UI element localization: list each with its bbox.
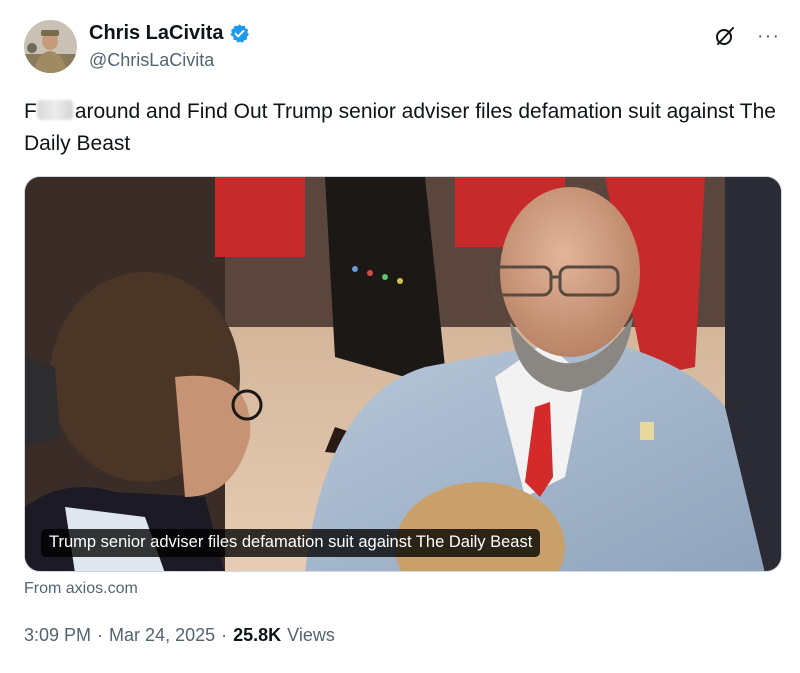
meta-separator: ·: [97, 625, 104, 645]
author-display-name[interactable]: Chris LaCivita: [89, 22, 223, 45]
tweet-text-body: around and Find Out Trump senior adviser…: [24, 100, 776, 155]
tweet-text-prefix: F: [24, 100, 37, 123]
tweet-text: Faround and Find Out Trump senior advise…: [24, 96, 776, 160]
verified-badge-icon: [229, 23, 250, 44]
meta-separator: ·: [221, 625, 228, 645]
author-row: Chris LaCivita: [89, 22, 250, 45]
views-label: Views: [287, 625, 335, 645]
grok-icon[interactable]: [713, 24, 737, 48]
link-source[interactable]: From axios.com: [24, 580, 138, 598]
tweet: Chris LaCivita @ChrisLaCivita ··· Faroun…: [0, 0, 800, 673]
news-photo: [25, 177, 781, 571]
author-handle[interactable]: @ChrisLaCivita: [89, 50, 214, 71]
link-card-media[interactable]: Trump senior adviser files defamation su…: [24, 176, 782, 572]
censored-word-blur: [36, 100, 73, 120]
views-count[interactable]: 25.8K: [233, 625, 281, 646]
avatar[interactable]: [24, 20, 77, 73]
tweet-date[interactable]: Mar 24, 2025: [109, 625, 215, 646]
more-icon[interactable]: ···: [757, 26, 780, 46]
top-actions: ···: [713, 24, 780, 48]
tweet-time[interactable]: 3:09 PM: [24, 625, 91, 646]
media-caption: Trump senior adviser files defamation su…: [41, 529, 541, 557]
tweet-meta: 3:09 PM · Mar 24, 2025 · 25.8K Views: [24, 625, 335, 646]
